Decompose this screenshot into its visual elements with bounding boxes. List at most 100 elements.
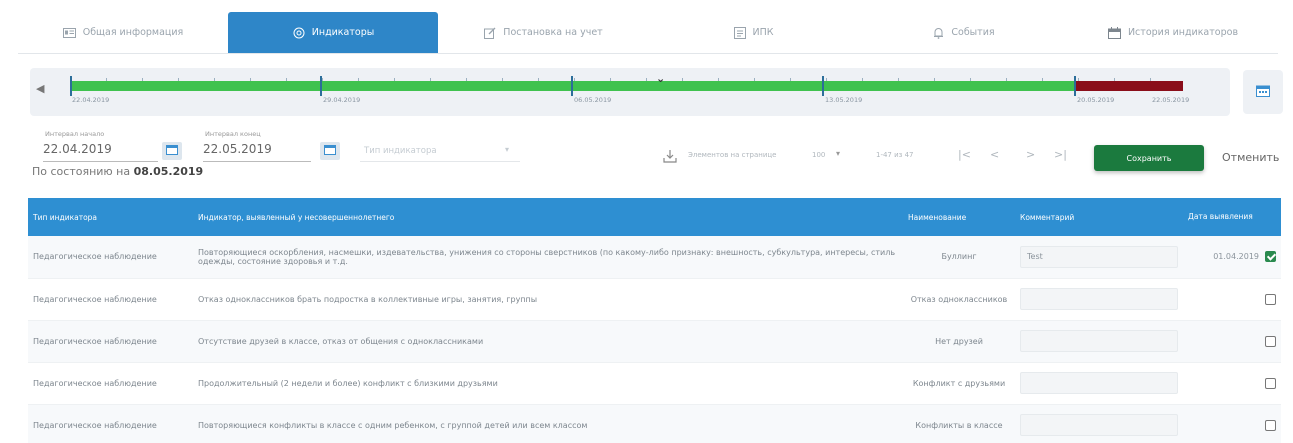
per-page-select[interactable]: 100 ▾	[810, 146, 850, 162]
table-row: Педагогическое наблюдение Повторяющиеся …	[28, 236, 1281, 279]
cell-name: Буллинг	[903, 236, 1015, 279]
per-page-label: Элементов на странице	[688, 151, 777, 159]
cell-indicator: Повторяющиеся конфликты в классе с одним…	[193, 404, 903, 443]
timeline-week-marker	[70, 76, 72, 96]
comment-input[interactable]	[1020, 288, 1178, 310]
timeline-week-marker	[1074, 76, 1076, 96]
bell-icon	[931, 26, 945, 40]
header-comment[interactable]: Комментарий	[1015, 198, 1183, 236]
document-icon	[733, 26, 747, 40]
timeline-week-marker	[571, 76, 573, 96]
timeline-label: 29.04.2019	[323, 96, 361, 104]
cell-indicator: Повторяющиеся оскорбления, насмешки, изд…	[193, 236, 903, 279]
cell-comment	[1015, 278, 1183, 321]
calendar-icon	[1256, 84, 1270, 100]
cell-comment: Test	[1015, 236, 1183, 279]
state-prefix: По состоянию на	[32, 165, 131, 178]
cell-indicator: Отказ одноклассников брать подростка в к…	[193, 278, 903, 321]
table-row: Педагогическое наблюдение Отказ одноклас…	[28, 278, 1281, 321]
cell-date: 01.04.2019	[1183, 236, 1281, 279]
cell-date	[1183, 278, 1281, 321]
cell-indicator: Продолжительный (2 недели и более) конфл…	[193, 362, 903, 405]
tab-label: ИПК	[752, 27, 774, 38]
detection-date: 01.04.2019	[1213, 252, 1259, 262]
detected-checkbox[interactable]	[1265, 335, 1276, 347]
last-page-button[interactable]: >|	[1054, 148, 1067, 161]
id-card-icon	[63, 26, 77, 40]
start-date-input[interactable]: 22.04.2019	[43, 140, 158, 162]
detected-checkbox[interactable]	[1265, 251, 1276, 263]
per-page-value: 100	[812, 151, 826, 159]
detected-checkbox[interactable]	[1265, 293, 1276, 305]
table-row: Педагогическое наблюдение Отсутствие дру…	[28, 320, 1281, 363]
cell-date	[1183, 362, 1281, 405]
comment-input[interactable]: Test	[1020, 245, 1178, 268]
tab-bar: Общая информация Индикаторы Постановка н…	[18, 12, 1278, 54]
cell-type: Педагогическое наблюдение	[28, 320, 193, 363]
cell-type: Педагогическое наблюдение	[28, 362, 193, 405]
tab-label: История индикаторов	[1127, 27, 1239, 38]
download-icon	[663, 149, 677, 166]
cell-date	[1183, 320, 1281, 363]
detected-checkbox[interactable]	[1265, 419, 1276, 431]
cell-type: Педагогическое наблюдение	[28, 404, 193, 443]
cell-comment	[1015, 320, 1183, 363]
timeline-prev-icon[interactable]: ◀	[36, 82, 44, 95]
timeline-current-marker[interactable]: ⌄	[656, 72, 665, 85]
cell-indicator: Отсутствие друзей в классе, отказ от общ…	[193, 320, 903, 363]
tab-events[interactable]: События	[858, 12, 1068, 53]
timeline-label: 22.05.2019	[1152, 96, 1190, 104]
calendar-icon	[1108, 26, 1122, 40]
start-date-label: Интервал начало	[45, 130, 105, 138]
first-page-button[interactable]: |<	[958, 148, 971, 161]
save-button[interactable]: Сохранить	[1094, 145, 1204, 171]
tab-label: Общая информация	[82, 27, 184, 38]
table-row: Педагогическое наблюдение Повторяющиеся …	[28, 404, 1281, 443]
chevron-down-icon: ▾	[836, 149, 841, 158]
timeline-calendar-button[interactable]	[1243, 70, 1283, 114]
header-date[interactable]: Дата выявления	[1183, 198, 1281, 236]
cell-name: Конфликты в классе	[903, 404, 1015, 443]
calendar-icon	[166, 144, 178, 158]
tab-label: Постановка на учет	[503, 27, 603, 38]
comment-input[interactable]	[1020, 372, 1178, 394]
timeline-label: 13.05.2019	[825, 96, 863, 104]
tab-indicator-history[interactable]: История индикаторов	[1068, 12, 1278, 53]
start-date-calendar-button[interactable]	[162, 142, 182, 160]
calendar-icon	[324, 144, 336, 158]
comment-input[interactable]	[1020, 330, 1178, 352]
end-date-calendar-button[interactable]	[320, 142, 340, 160]
cell-name: Конфликт с друзьями	[903, 362, 1015, 405]
indicator-type-placeholder: Тип индикатора	[364, 146, 437, 156]
indicators-table: Тип индикатора Индикатор, выявленный у н…	[28, 198, 1281, 443]
end-date-input[interactable]: 22.05.2019	[203, 140, 311, 162]
timeline-panel: ◀ ⌄ 22.04.2019 29.04.2019 06.05.2019 13.…	[30, 68, 1230, 116]
tab-label: События	[951, 27, 995, 38]
timeline-week-marker	[320, 76, 322, 96]
cancel-button[interactable]: Отменить	[1222, 151, 1279, 164]
timeline-label: 06.05.2019	[574, 96, 612, 104]
table-row: Педагогическое наблюдение Продолжительны…	[28, 362, 1281, 405]
timeline-week-marker	[822, 76, 824, 96]
download-button[interactable]	[660, 146, 680, 168]
end-date-label: Интервал конец	[205, 130, 261, 138]
next-page-button[interactable]: >	[1026, 148, 1035, 161]
cell-date	[1183, 404, 1281, 443]
tab-indicators[interactable]: Индикаторы	[228, 12, 438, 53]
page-range: 1-47 из 47	[876, 151, 914, 159]
tab-general-info[interactable]: Общая информация	[18, 12, 228, 53]
header-indicator[interactable]: Индикатор, выявленный у несовершеннолетн…	[193, 198, 903, 236]
header-name[interactable]: Наименование	[903, 198, 1015, 236]
edit-icon	[483, 26, 497, 40]
cell-comment	[1015, 404, 1183, 443]
cell-type: Педагогическое наблюдение	[28, 278, 193, 321]
tab-registration[interactable]: Постановка на учет	[438, 12, 648, 53]
tab-ipk[interactable]: ИПК	[648, 12, 858, 53]
state-date-line: По состоянию на 08.05.2019	[32, 165, 203, 178]
prev-page-button[interactable]: <	[990, 148, 999, 161]
comment-input[interactable]	[1020, 414, 1178, 436]
cell-type: Педагогическое наблюдение	[28, 236, 193, 279]
indicator-type-select[interactable]: Тип индикатора ▾	[360, 140, 520, 162]
detected-checkbox[interactable]	[1265, 377, 1276, 389]
header-type[interactable]: Тип индикатора	[28, 198, 193, 236]
